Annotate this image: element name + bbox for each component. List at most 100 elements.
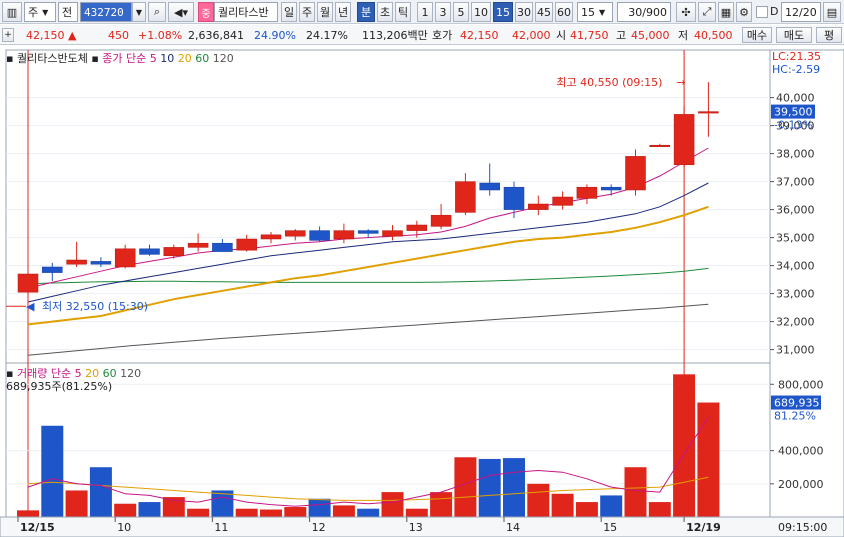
date-input[interactable]: 12/20 — [781, 2, 821, 22]
price-legend: ▪ 퀄리타스반도체 ▪ 종가 단순 5 10 20 60 120 — [6, 50, 234, 66]
legend-ma120: 120 — [212, 52, 234, 65]
expand-icon[interactable]: + — [2, 28, 14, 42]
period-second[interactable]: 초 — [377, 2, 393, 22]
period-month[interactable]: 월 — [317, 2, 333, 22]
interval-select[interactable]: 15 ▼ — [577, 2, 613, 22]
volume-bar — [381, 492, 404, 517]
time-label: 09:15:00 — [778, 521, 827, 534]
candle — [649, 144, 671, 147]
change-percent: +1.08% — [138, 28, 183, 42]
current-volume-pct: 81.25% — [774, 410, 816, 423]
candle — [406, 224, 428, 231]
volume-tick-label: 400,000 — [778, 445, 824, 458]
period-tick[interactable]: 틱 — [395, 2, 411, 22]
current-pct-label: -0.13% — [774, 119, 813, 132]
interval-45[interactable]: 45 — [535, 2, 553, 22]
change-value: 450 — [108, 28, 129, 42]
hc-label: HC:-2.59 — [772, 63, 820, 76]
low-arrow-icon: ◀ — [26, 300, 35, 313]
candle — [187, 242, 209, 248]
x-tick-label: 12/19 — [686, 521, 721, 534]
count-input[interactable]: 30/900 — [617, 2, 671, 22]
toolbar: ▥ 주 ▼ 전 432720 ▼ ⌕ ◀▾ 중 퀄리타스반 일 주 월 년 분 초… — [0, 0, 844, 24]
y-tick-label: 34,000 — [776, 260, 815, 273]
candle — [430, 214, 452, 227]
crosshair-icon[interactable]: ✣ — [676, 2, 696, 22]
high-arrow-icon: → — [676, 76, 685, 89]
ask-price: 42,150 — [460, 28, 499, 42]
period-year[interactable]: 년 — [335, 2, 351, 22]
chart-menu-icon[interactable]: ▪ — [6, 52, 13, 65]
open-label: 시 — [556, 29, 567, 42]
period-day[interactable]: 일 — [281, 2, 297, 22]
chart-type-icon[interactable]: ▥ — [2, 2, 22, 22]
speaker-icon[interactable]: ◀▾ — [168, 2, 194, 22]
high-note: 최고 40,550 (09:15) — [556, 76, 662, 89]
interval-30[interactable]: 30 — [515, 2, 533, 22]
interval-1[interactable]: 1 — [417, 2, 433, 22]
interval-15[interactable]: 15 — [493, 2, 513, 22]
volume-bar — [332, 505, 355, 517]
interval-3[interactable]: 3 — [435, 2, 451, 22]
bid-price: 42,000 — [512, 28, 551, 42]
candle — [552, 196, 573, 206]
candle — [357, 230, 379, 234]
volume-tick-label: 200,000 — [778, 478, 824, 491]
buy-button[interactable]: 매수 — [742, 27, 772, 43]
candle — [698, 111, 719, 114]
price-value: 42,150 — [26, 28, 65, 42]
volume-bar — [89, 467, 112, 517]
volume-value: 2,636,841 — [188, 28, 244, 42]
x-tick-label: 13 — [409, 521, 423, 534]
volume-bar — [478, 458, 501, 517]
stock-code-input[interactable]: 432720 — [80, 2, 132, 22]
chart-area[interactable]: 40,00039,00038,00037,00036,00035,00034,0… — [0, 46, 844, 537]
trade-amount: 113,206백만 — [362, 29, 428, 42]
period-minute[interactable]: 분 — [357, 2, 375, 22]
legend-ma10: 10 — [160, 52, 175, 65]
low-label: 저 — [678, 29, 689, 42]
quote-bar: + 42,150 ▲ 450 +1.08% 2,636,841 24.90% 2… — [0, 25, 844, 45]
period-week[interactable]: 주 — [299, 2, 315, 22]
legend-ma60: 60 — [195, 52, 210, 65]
interval-10[interactable]: 10 — [471, 2, 491, 22]
candle — [333, 230, 355, 240]
code-dropdown-icon[interactable]: ▼ — [132, 2, 146, 22]
candle — [17, 273, 39, 293]
volume-bar — [114, 503, 137, 517]
legend-ma5: 종가 단순 5 — [102, 52, 157, 65]
current-price: 42,150 ▲ — [26, 27, 76, 43]
volume-bar — [41, 425, 64, 517]
candle — [576, 186, 598, 199]
volume-tick-label: 800,000 — [778, 378, 824, 391]
gear-icon[interactable]: ⚙ — [736, 2, 752, 22]
search-icon[interactable]: ⌕ — [148, 2, 166, 22]
candle — [528, 203, 549, 210]
y-tick-label: 31,000 — [776, 344, 815, 357]
calendar-icon[interactable]: ▤ — [823, 2, 841, 22]
date-checkbox[interactable] — [756, 6, 768, 18]
turnover-ratio: 24.17% — [306, 28, 348, 42]
chart-title: 퀄리타스반도체 — [16, 52, 88, 65]
sell-button[interactable]: 매도 — [776, 27, 812, 43]
candle — [42, 266, 63, 273]
x-tick-label: 15 — [603, 521, 617, 534]
interval-60[interactable]: 60 — [555, 2, 573, 22]
volume-bar — [65, 490, 88, 517]
mode-select-1[interactable]: 주 ▼ — [24, 2, 56, 22]
bid-label: 호가 — [432, 29, 453, 42]
volume-bar — [600, 495, 623, 517]
candle — [285, 230, 306, 237]
interval-5[interactable]: 5 — [453, 2, 469, 22]
volume-bar — [673, 374, 696, 517]
candle — [382, 230, 403, 237]
grid-icon[interactable]: ▦ — [718, 2, 734, 22]
eval-button[interactable]: 평 — [816, 27, 842, 43]
y-tick-label: 37,000 — [776, 176, 815, 189]
draw-line-icon[interactable]: ⤢ — [698, 2, 716, 22]
y-tick-label: 33,000 — [776, 288, 815, 301]
volume-summary: 689,935주(81.25%) — [6, 380, 113, 393]
candle — [163, 247, 185, 257]
mode-select-2[interactable]: 전 — [58, 2, 78, 22]
price-menu-icon[interactable]: ▪ — [91, 52, 98, 65]
